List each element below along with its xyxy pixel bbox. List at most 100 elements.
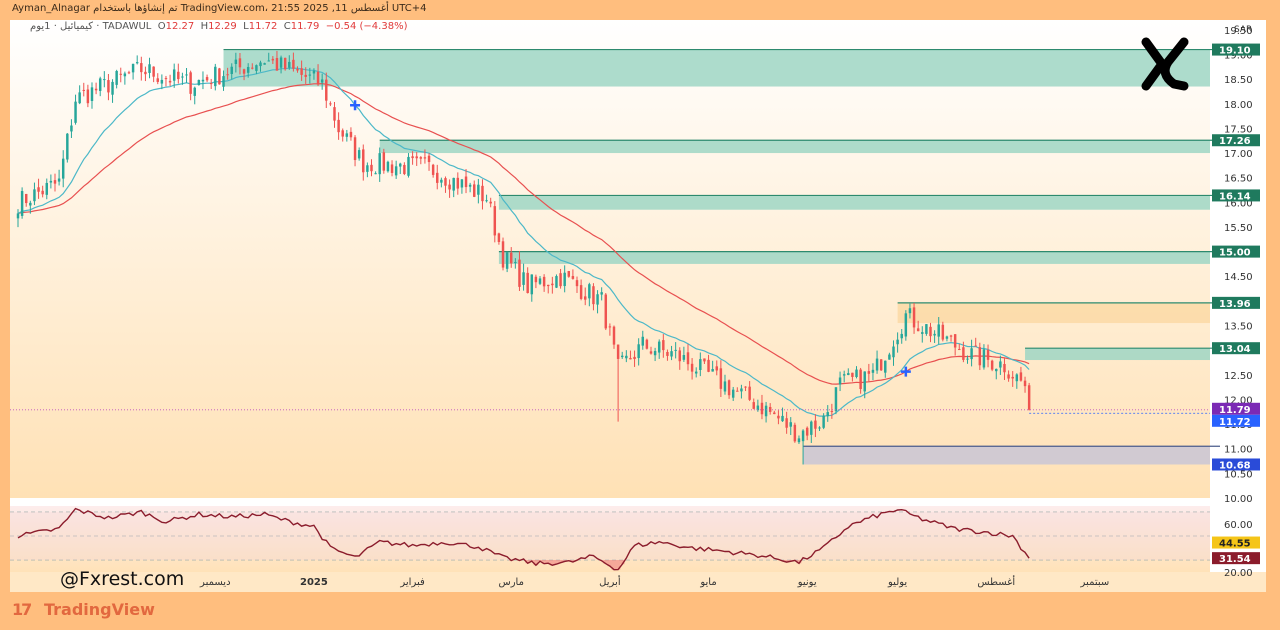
candle[interactable] (694, 371, 698, 374)
candle[interactable] (24, 193, 28, 204)
candle[interactable] (575, 280, 579, 287)
candle[interactable] (279, 57, 283, 68)
candle[interactable] (464, 176, 468, 188)
candle[interactable] (822, 415, 825, 428)
candle[interactable] (559, 273, 562, 287)
candle[interactable] (1027, 385, 1031, 410)
candle[interactable] (974, 345, 977, 347)
candle[interactable] (810, 421, 813, 435)
supply-demand-zone[interactable] (498, 195, 1210, 210)
candle[interactable] (801, 430, 805, 442)
candle[interactable] (793, 424, 797, 442)
candle[interactable] (448, 184, 451, 190)
candle[interactable] (653, 351, 657, 356)
candle[interactable] (230, 66, 233, 75)
candle[interactable] (916, 328, 920, 332)
candle[interactable] (103, 79, 106, 81)
candle[interactable] (723, 381, 727, 392)
candle[interactable] (637, 344, 640, 359)
candle[interactable] (394, 166, 398, 176)
candle[interactable] (337, 119, 340, 133)
candle[interactable] (884, 360, 887, 373)
candle[interactable] (789, 422, 792, 427)
candle[interactable] (144, 71, 147, 75)
candle[interactable] (937, 324, 940, 337)
candle[interactable] (160, 79, 164, 84)
candle[interactable] (567, 271, 571, 277)
candle[interactable] (703, 358, 706, 362)
supply-demand-zone[interactable] (897, 302, 1210, 324)
candle[interactable] (838, 377, 842, 385)
candle[interactable] (760, 402, 764, 415)
candle[interactable] (267, 60, 270, 62)
candle[interactable] (1019, 372, 1023, 381)
candle[interactable] (234, 59, 238, 64)
candle[interactable] (304, 74, 307, 77)
candle[interactable] (427, 155, 431, 163)
candle[interactable] (505, 252, 509, 269)
candle[interactable] (177, 71, 180, 80)
candle[interactable] (514, 261, 517, 264)
candle[interactable] (98, 78, 102, 91)
candle[interactable] (407, 156, 410, 176)
candle[interactable] (596, 294, 599, 305)
candle[interactable] (690, 363, 694, 372)
candle[interactable] (583, 296, 587, 300)
candle[interactable] (214, 66, 217, 87)
candle[interactable] (378, 153, 381, 175)
candle[interactable] (826, 412, 829, 417)
candle[interactable] (945, 336, 949, 339)
candle[interactable] (259, 62, 262, 67)
candle[interactable] (481, 185, 484, 202)
candle[interactable] (185, 74, 188, 76)
candle[interactable] (863, 371, 866, 392)
candle[interactable] (834, 387, 838, 412)
candle[interactable] (325, 79, 328, 101)
candle[interactable] (736, 390, 739, 392)
candle[interactable] (633, 356, 636, 360)
candle[interactable] (851, 372, 854, 377)
candle[interactable] (510, 252, 513, 264)
candle[interactable] (333, 107, 336, 121)
candle[interactable] (329, 103, 332, 105)
candle[interactable] (436, 172, 439, 183)
candle[interactable] (205, 77, 209, 81)
candle[interactable] (1007, 374, 1010, 379)
candle[interactable] (61, 158, 65, 179)
candle[interactable] (608, 326, 612, 328)
candle[interactable] (288, 61, 291, 68)
candle[interactable] (263, 63, 266, 65)
candle[interactable] (382, 152, 386, 171)
candle[interactable] (16, 213, 20, 219)
candle[interactable] (140, 63, 143, 73)
candle[interactable] (308, 74, 312, 76)
candle[interactable] (119, 73, 122, 75)
candle[interactable] (842, 374, 846, 376)
candle[interactable] (386, 161, 390, 172)
candle[interactable] (908, 308, 912, 314)
candle[interactable] (551, 283, 554, 286)
candle[interactable] (966, 358, 969, 360)
candle[interactable] (49, 180, 53, 183)
candle[interactable] (156, 78, 159, 82)
candle[interactable] (616, 344, 620, 359)
candle[interactable] (604, 294, 608, 329)
candle[interactable] (20, 191, 24, 216)
supply-demand-zone[interactable] (379, 140, 1211, 154)
candle[interactable] (209, 83, 213, 85)
candle[interactable] (53, 180, 57, 184)
candle[interactable] (123, 73, 127, 77)
candle[interactable] (201, 79, 205, 82)
candle[interactable] (37, 187, 40, 192)
candle[interactable] (172, 69, 176, 81)
supply-demand-zone[interactable] (803, 446, 1210, 465)
candle[interactable] (86, 89, 90, 104)
supply-demand-zone[interactable] (498, 251, 1210, 264)
candle[interactable] (740, 388, 743, 392)
candle[interactable] (456, 177, 460, 189)
candle[interactable] (662, 340, 665, 351)
candle[interactable] (271, 58, 275, 61)
candle[interactable] (953, 334, 957, 348)
candle[interactable] (958, 349, 961, 351)
candle[interactable] (579, 285, 583, 299)
